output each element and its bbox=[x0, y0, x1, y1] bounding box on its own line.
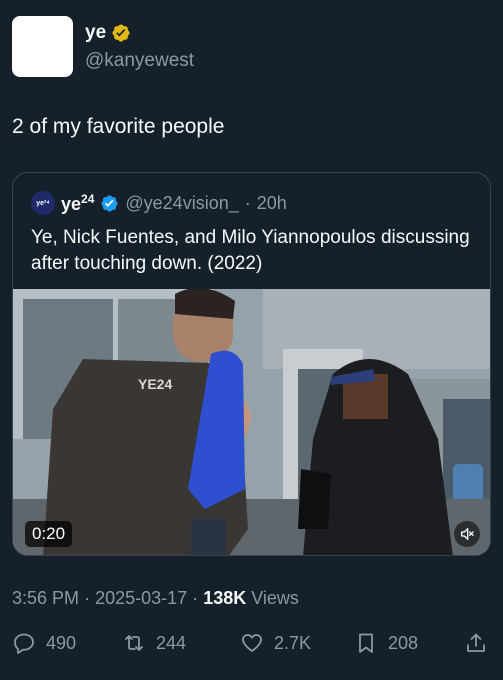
like-count: 2.7K bbox=[274, 632, 312, 653]
tweet-meta: 3:56 PM · 2025-03-17 · 138K Views bbox=[12, 588, 299, 609]
repost-button[interactable]: 244 bbox=[122, 628, 186, 658]
quoted-avatar-text: ye²⁴ bbox=[36, 199, 50, 207]
video-thumbnail: YE24 bbox=[13, 289, 490, 555]
post-time[interactable]: 3:56 PM bbox=[12, 588, 79, 608]
quoted-name-text: ye bbox=[61, 193, 82, 214]
quoted-tweet[interactable]: ye²⁴ ye24 @ye24vision_ · 20h Ye, Nick Fu… bbox=[12, 172, 491, 556]
heart-icon bbox=[242, 634, 262, 652]
views-label: Views bbox=[251, 588, 299, 608]
like-button[interactable]: 2.7K bbox=[240, 628, 311, 658]
share-icon bbox=[467, 633, 485, 652]
author-name-row: ye bbox=[85, 22, 131, 44]
mute-button[interactable] bbox=[454, 521, 480, 547]
bookmark-count: 208 bbox=[388, 632, 419, 653]
quoted-header: ye²⁴ ye24 @ye24vision_ · 20h bbox=[31, 191, 287, 215]
tweet-text: 2 of my favorite people bbox=[12, 115, 225, 138]
share-button[interactable] bbox=[464, 628, 488, 658]
quoted-display-name[interactable]: ye24 bbox=[61, 192, 94, 215]
quoted-handle[interactable]: @ye24vision_ bbox=[125, 193, 238, 214]
video-player[interactable]: YE24 0:20 bbox=[13, 289, 490, 555]
meta-separator: · bbox=[192, 588, 199, 608]
reply-icon bbox=[14, 633, 34, 654]
post-date[interactable]: 2025-03-17 bbox=[95, 588, 187, 608]
reply-button[interactable]: 490 bbox=[12, 628, 76, 658]
jacket-text: YE24 bbox=[138, 376, 172, 392]
bookmark-button[interactable]: 208 bbox=[354, 628, 418, 658]
author-avatar[interactable] bbox=[12, 16, 73, 77]
repost-icon bbox=[125, 635, 143, 651]
reply-count: 490 bbox=[46, 632, 77, 653]
repost-count: 244 bbox=[156, 632, 187, 653]
quoted-separator: · bbox=[244, 192, 251, 213]
views-count: 138K bbox=[203, 588, 247, 608]
quoted-time[interactable]: 20h bbox=[257, 193, 287, 214]
quoted-text: Ye, Nick Fuentes, and Milo Yiannopoulos … bbox=[31, 227, 470, 274]
blue-check-icon bbox=[101, 194, 119, 212]
meta-separator: · bbox=[84, 588, 91, 608]
quoted-avatar[interactable]: ye²⁴ bbox=[31, 191, 55, 215]
gold-check-icon bbox=[112, 24, 130, 42]
quoted-name-super: 24 bbox=[81, 191, 95, 206]
tweet-detail: ye @kanyewest 2 of my favorite people ye… bbox=[0, 0, 503, 680]
action-bar: 490 244 2.7K 208 bbox=[12, 628, 491, 658]
video-duration: 0:20 bbox=[25, 521, 73, 547]
volume-muted-icon bbox=[461, 528, 474, 540]
author-handle[interactable]: @kanyewest bbox=[85, 50, 194, 72]
author-display-name[interactable]: ye bbox=[85, 22, 106, 44]
bookmark-icon bbox=[359, 633, 373, 653]
